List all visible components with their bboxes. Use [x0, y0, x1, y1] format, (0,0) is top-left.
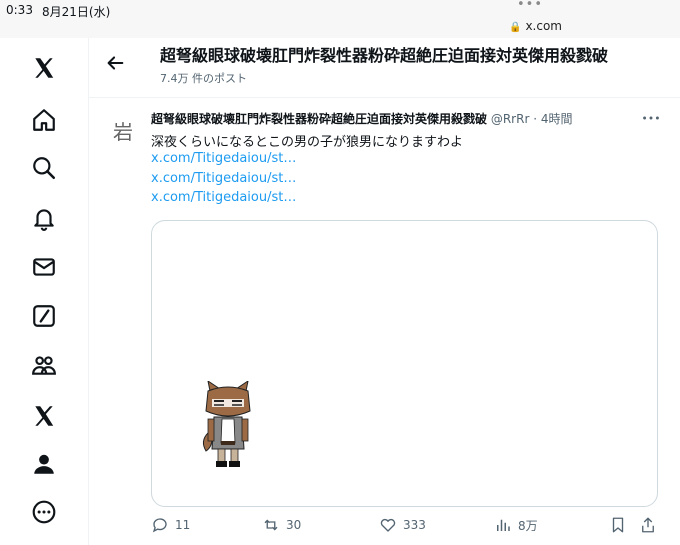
reply-button[interactable]: 11: [151, 516, 190, 534]
handle[interactable]: @RrRr: [491, 112, 530, 126]
bookmark-button[interactable]: [609, 516, 627, 534]
repost-icon: [264, 519, 278, 531]
address-bar[interactable]: 🔒 x.com: [509, 19, 562, 33]
search-icon[interactable]: [28, 152, 60, 184]
views-count: 8万: [518, 518, 538, 533]
sidebar-nav: [0, 38, 89, 545]
repost-button[interactable]: 30: [262, 516, 301, 534]
post-count: 7.4万 件のポスト: [160, 72, 247, 85]
profile-icon[interactable]: [28, 448, 60, 480]
more-circle-icon[interactable]: [28, 496, 60, 528]
status-bar: 0:33 8月21日(水) ••• 🔒 x.com: [0, 0, 680, 38]
post-time[interactable]: 4時間: [541, 112, 573, 126]
status-date: 8月21日(水): [42, 5, 111, 19]
home-icon[interactable]: [28, 104, 60, 136]
like-button[interactable]: 333: [379, 516, 426, 534]
meta-separator: ·: [533, 112, 538, 126]
post-media[interactable]: [151, 220, 658, 507]
compose-icon[interactable]: [28, 300, 60, 332]
avatar[interactable]: 岩: [108, 115, 138, 145]
more-options-icon[interactable]: [640, 108, 662, 128]
mail-icon[interactable]: [28, 251, 60, 283]
status-time: 0:33: [6, 3, 33, 17]
post-header: 超弩級眼球破壊肛門炸裂性器粉砕超絶圧迫面接対英傑用殺戮破 @RrRr · 4時間: [151, 110, 631, 127]
communities-icon[interactable]: [28, 349, 60, 381]
display-name[interactable]: 超弩級眼球破壊肛門炸裂性器粉砕超絶圧迫面接対英傑用殺戮破: [151, 112, 487, 126]
back-arrow-icon[interactable]: [104, 52, 126, 74]
url-text: x.com: [525, 19, 562, 33]
share-icon: [642, 517, 654, 533]
reply-count: 11: [175, 518, 191, 532]
heart-icon: [380, 518, 396, 532]
bookmark-icon: [612, 517, 624, 533]
lock-icon: 🔒: [509, 22, 522, 33]
bell-icon[interactable]: [28, 202, 60, 234]
post-text: 深夜くらいになるとこの男の子が狼男になりますわよ: [151, 135, 464, 150]
wolf-character-illustration: [202, 381, 251, 467]
post-link[interactable]: x.com/Titigedaiou/st…: [151, 171, 296, 186]
post-link[interactable]: x.com/Titigedaiou/st…: [151, 190, 296, 205]
share-button[interactable]: [639, 516, 657, 534]
post-link[interactable]: x.com/Titigedaiou/st…: [151, 151, 296, 166]
like-count: 333: [403, 518, 426, 532]
views-chart-icon: [497, 519, 510, 531]
repost-count: 30: [286, 518, 302, 532]
x-premium-icon[interactable]: [28, 400, 60, 432]
views-button[interactable]: 8万: [494, 516, 538, 534]
page-title: 超弩級眼球破壊肛門炸裂性器粉砕超絶圧迫面接対英傑用殺戮破: [160, 46, 609, 65]
post-actions: 11 30 333 8万: [151, 516, 661, 540]
reply-icon: [152, 518, 167, 533]
x-logo-icon[interactable]: [28, 52, 60, 84]
browser-menu-dots[interactable]: •••: [517, 0, 543, 12]
header-divider: [89, 97, 680, 98]
